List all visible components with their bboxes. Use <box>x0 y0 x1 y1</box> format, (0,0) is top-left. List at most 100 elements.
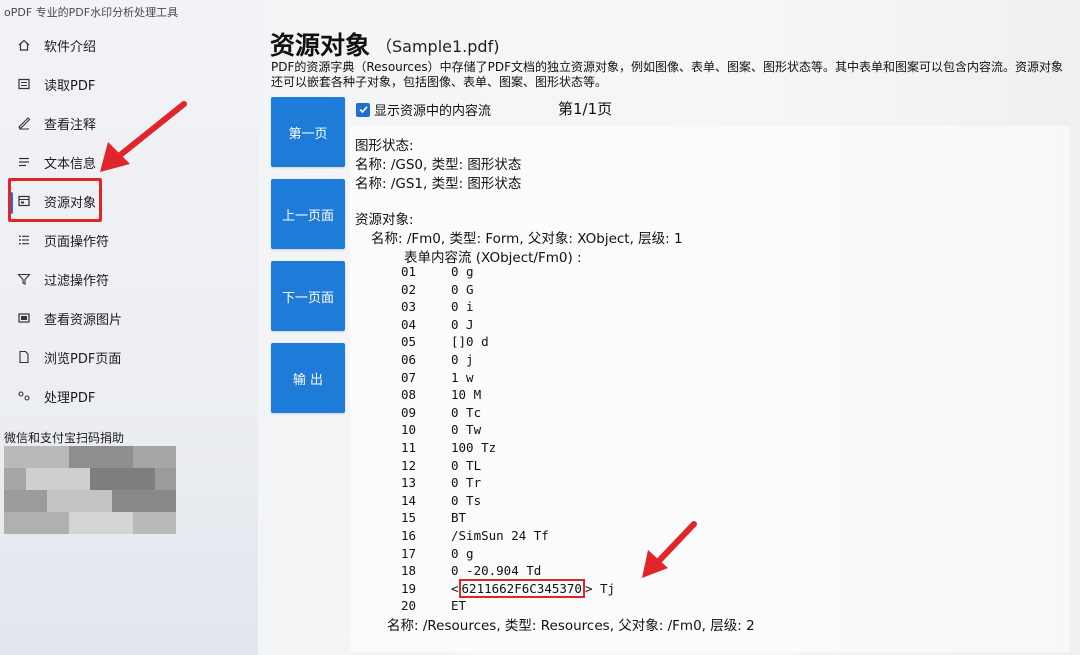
line-number: 04 <box>401 316 417 332</box>
sidebar-item-label: 浏览PDF页面 <box>44 351 122 367</box>
export-button[interactable]: 输 出 <box>271 343 345 413</box>
qr-cell <box>47 468 69 490</box>
qr-cell <box>154 468 176 490</box>
main-panel: 资源对象 （Sample1.pdf) PDF的资源字典（Resources）中存… <box>258 0 1080 655</box>
sidebar-item-resource-images[interactable]: 查看资源图片 <box>8 302 248 334</box>
sidebar-item-page-operators[interactable]: 页面操作符 <box>8 224 248 256</box>
qr-cell <box>111 468 133 490</box>
qr-cell <box>4 446 26 468</box>
hex-open-bracket: < <box>451 580 459 596</box>
sidebar-item-text-info[interactable]: 文本信息 <box>8 146 248 178</box>
process-icon <box>14 386 34 406</box>
image-icon <box>14 308 34 328</box>
line-number: 20 <box>401 598 417 614</box>
qr-cell <box>90 490 112 512</box>
sidebar-item-label: 查看注释 <box>44 117 97 133</box>
operator-text: 0 g <box>451 545 474 561</box>
show-content-label: 显示资源中的内容流 <box>374 104 492 119</box>
sidebar-item-label: 过滤操作符 <box>44 273 110 289</box>
stream-header: 表单内容流 (XObject/Fm0) : <box>404 250 582 266</box>
sidebar-item-resource-objects[interactable]: 资源对象 <box>8 185 248 217</box>
line-number: 05 <box>401 334 417 350</box>
qr-cell <box>4 490 26 512</box>
sidebar-item-process-pdf[interactable]: 处理PDF <box>8 380 248 412</box>
gs-line: 名称: /GS1, 类型: 图形状态 <box>355 176 522 192</box>
line-number: 13 <box>401 475 417 491</box>
operator-text: 0 G <box>451 281 474 297</box>
qr-cell <box>154 490 176 512</box>
qr-cell <box>90 468 112 490</box>
donation-qr-code <box>4 446 176 534</box>
annotation-icon <box>14 113 34 133</box>
sidebar-item-label: 页面操作符 <box>44 234 110 250</box>
prev-page-button[interactable]: 上一页面 <box>271 179 345 249</box>
line-number: 11 <box>401 440 417 455</box>
page-icon <box>14 347 34 367</box>
line-number: 06 <box>401 352 417 367</box>
show-content-checkbox[interactable]: 显示资源中的内容流 <box>356 100 491 119</box>
sidebar-item-label: 资源对象 <box>44 195 97 211</box>
operator-text: 0 g <box>451 264 474 279</box>
operator-text: 100 Tz <box>451 440 497 455</box>
line-number: 07 <box>401 369 417 385</box>
sidebar-item-filter-operators[interactable]: 过滤操作符 <box>8 263 248 295</box>
operator-text: 0 J <box>451 316 474 332</box>
text-lines-icon <box>14 152 34 172</box>
line-number: 02 <box>401 281 417 297</box>
line-number: 18 <box>401 563 417 579</box>
operator-text: 0 Tw <box>451 422 482 438</box>
qr-cell <box>133 512 155 534</box>
operator-text: 0 -20.904 Td <box>451 563 542 579</box>
qr-cell <box>25 490 47 512</box>
qr-cell <box>133 490 155 512</box>
sidebar-item-browse-pages[interactable]: 浏览PDF页面 <box>8 341 248 373</box>
operator-text: 0 Tr <box>451 475 482 491</box>
first-page-button[interactable]: 第一页 <box>271 97 345 167</box>
resource-content-view: 图形状态: 名称: /GS0, 类型: 图形状态 名称: /GS1, 类型: 图… <box>350 126 1070 652</box>
operator-text: 1 w <box>451 369 474 385</box>
sidebar-item-label: 文本信息 <box>44 156 97 172</box>
operator-text: /SimSun 24 Tf <box>451 528 549 543</box>
line-number: 10 <box>401 422 417 438</box>
line-number: 03 <box>401 299 417 315</box>
qr-cell <box>90 512 112 534</box>
form-object-line: 名称: /Fm0, 类型: Form, 父对象: XObject, 层级: 1 <box>371 231 683 247</box>
operator-text: 10 M <box>451 387 482 403</box>
line-number: 15 <box>401 510 417 526</box>
sidebar: oPDF 专业的PDF水印分析处理工具 软件介绍 读取PDF 查看注释 文本信息… <box>0 0 258 655</box>
filter-icon <box>14 269 34 289</box>
page-subtitle: （Sample1.pdf) <box>376 37 500 56</box>
operator-text: 0 i <box>451 299 474 315</box>
line-number: 01 <box>401 264 417 279</box>
resource-object-icon <box>14 191 34 211</box>
line-number: 08 <box>401 387 417 403</box>
line-number: 12 <box>401 457 417 473</box>
qr-cell <box>111 512 133 534</box>
page-indicator: 第1/1页 <box>558 100 613 118</box>
qr-cell <box>68 512 90 534</box>
line-number: 14 <box>401 492 417 508</box>
qr-cell <box>90 446 112 468</box>
qr-cell <box>154 446 176 468</box>
sidebar-item-read-pdf[interactable]: 读取PDF <box>8 68 248 100</box>
qr-cell <box>25 512 47 534</box>
highlighted-hex-string: 6211662F6C345370 <box>458 578 585 598</box>
operator-text: []0 d <box>451 334 489 350</box>
sidebar-item-annotations[interactable]: 查看注释 <box>8 107 248 139</box>
next-page-button[interactable]: 下一页面 <box>271 261 345 331</box>
operator-text: 0 Tc <box>451 404 482 420</box>
gs-line: 名称: /GS0, 类型: 图形状态 <box>355 157 522 173</box>
hex-close-operator: > Tj <box>584 580 616 596</box>
line-number: 16 <box>401 528 417 543</box>
operator-text: ET <box>451 598 467 614</box>
qr-cell <box>47 490 69 512</box>
qr-cell <box>4 512 26 534</box>
line-number: 17 <box>401 545 417 561</box>
graphics-state-header: 图形状态: <box>355 138 414 154</box>
operator-text: 0 Ts <box>451 492 482 508</box>
app-title: oPDF 专业的PDF水印分析处理工具 <box>4 6 179 19</box>
operator-text: 0 TL <box>451 457 482 473</box>
qr-cell <box>68 446 90 468</box>
sidebar-item-label: 读取PDF <box>44 78 96 94</box>
sidebar-item-intro[interactable]: 软件介绍 <box>8 29 248 61</box>
